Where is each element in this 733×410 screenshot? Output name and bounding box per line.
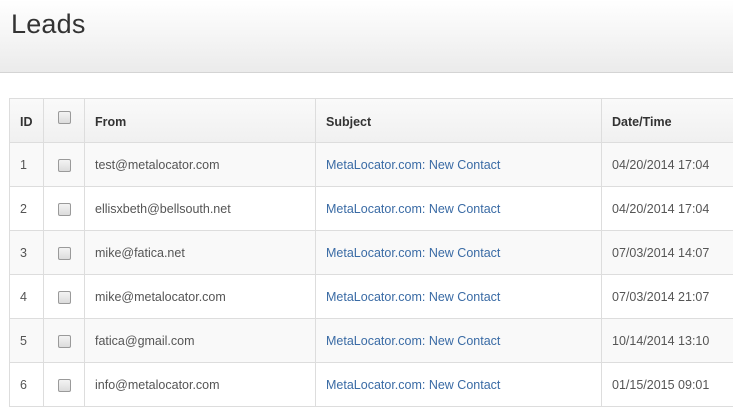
leads-table: ID From Subject Date/Time 1 test@metaloc… [9, 98, 733, 407]
table-row: 5 fatica@gmail.com MetaLocator.com: New … [9, 318, 733, 363]
column-header-select [43, 98, 85, 143]
subject-link[interactable]: MetaLocator.com: New Contact [326, 290, 500, 304]
cell-from: test@metalocator.com [84, 142, 316, 187]
leads-table-container: ID From Subject Date/Time 1 test@metaloc… [9, 98, 733, 407]
cell-subject: MetaLocator.com: New Contact [315, 274, 602, 319]
column-header-datetime[interactable]: Date/Time [601, 98, 733, 143]
cell-subject: MetaLocator.com: New Contact [315, 186, 602, 231]
select-all-checkbox[interactable] [57, 110, 71, 124]
subject-link[interactable]: MetaLocator.com: New Contact [326, 202, 500, 216]
cell-select [43, 142, 85, 187]
cell-datetime: 04/20/2014 17:04 [601, 186, 733, 231]
cell-datetime: 07/03/2014 21:07 [601, 274, 733, 319]
cell-id: 4 [9, 274, 44, 319]
table-row: 6 info@metalocator.com MetaLocator.com: … [9, 362, 733, 407]
cell-id: 6 [9, 362, 44, 407]
row-checkbox[interactable] [57, 334, 71, 348]
row-checkbox[interactable] [57, 246, 71, 260]
column-header-subject[interactable]: Subject [315, 98, 602, 143]
row-checkbox[interactable] [57, 378, 71, 392]
subject-link[interactable]: MetaLocator.com: New Contact [326, 334, 500, 348]
cell-subject: MetaLocator.com: New Contact [315, 318, 602, 363]
cell-select [43, 318, 85, 363]
page-title: Leads [11, 9, 86, 39]
cell-datetime: 01/15/2015 09:01 [601, 362, 733, 407]
cell-select [43, 186, 85, 231]
cell-id: 2 [9, 186, 44, 231]
table-row: 4 mike@metalocator.com MetaLocator.com: … [9, 274, 733, 319]
cell-from: ellisxbeth@bellsouth.net [84, 186, 316, 231]
cell-datetime: 07/03/2014 14:07 [601, 230, 733, 275]
cell-id: 3 [9, 230, 44, 275]
cell-subject: MetaLocator.com: New Contact [315, 142, 602, 187]
cell-datetime: 10/14/2014 13:10 [601, 318, 733, 363]
cell-from: info@metalocator.com [84, 362, 316, 407]
cell-id: 1 [9, 142, 44, 187]
column-header-id[interactable]: ID [9, 98, 44, 143]
page-header: Leads [0, 0, 733, 73]
cell-select [43, 362, 85, 407]
cell-from: fatica@gmail.com [84, 318, 316, 363]
cell-id: 5 [9, 318, 44, 363]
cell-from: mike@metalocator.com [84, 274, 316, 319]
cell-select [43, 230, 85, 275]
row-checkbox[interactable] [57, 158, 71, 172]
row-checkbox[interactable] [57, 290, 71, 304]
cell-datetime: 04/20/2014 17:04 [601, 142, 733, 187]
cell-select [43, 274, 85, 319]
table-row: 1 test@metalocator.com MetaLocator.com: … [9, 142, 733, 187]
subject-link[interactable]: MetaLocator.com: New Contact [326, 246, 500, 260]
subject-link[interactable]: MetaLocator.com: New Contact [326, 378, 500, 392]
row-checkbox[interactable] [57, 202, 71, 216]
subject-link[interactable]: MetaLocator.com: New Contact [326, 158, 500, 172]
table-row: 3 mike@fatica.net MetaLocator.com: New C… [9, 230, 733, 275]
table-header-row: ID From Subject Date/Time [9, 98, 733, 143]
cell-from: mike@fatica.net [84, 230, 316, 275]
column-header-from[interactable]: From [84, 98, 316, 143]
cell-subject: MetaLocator.com: New Contact [315, 230, 602, 275]
table-row: 2 ellisxbeth@bellsouth.net MetaLocator.c… [9, 186, 733, 231]
cell-subject: MetaLocator.com: New Contact [315, 362, 602, 407]
